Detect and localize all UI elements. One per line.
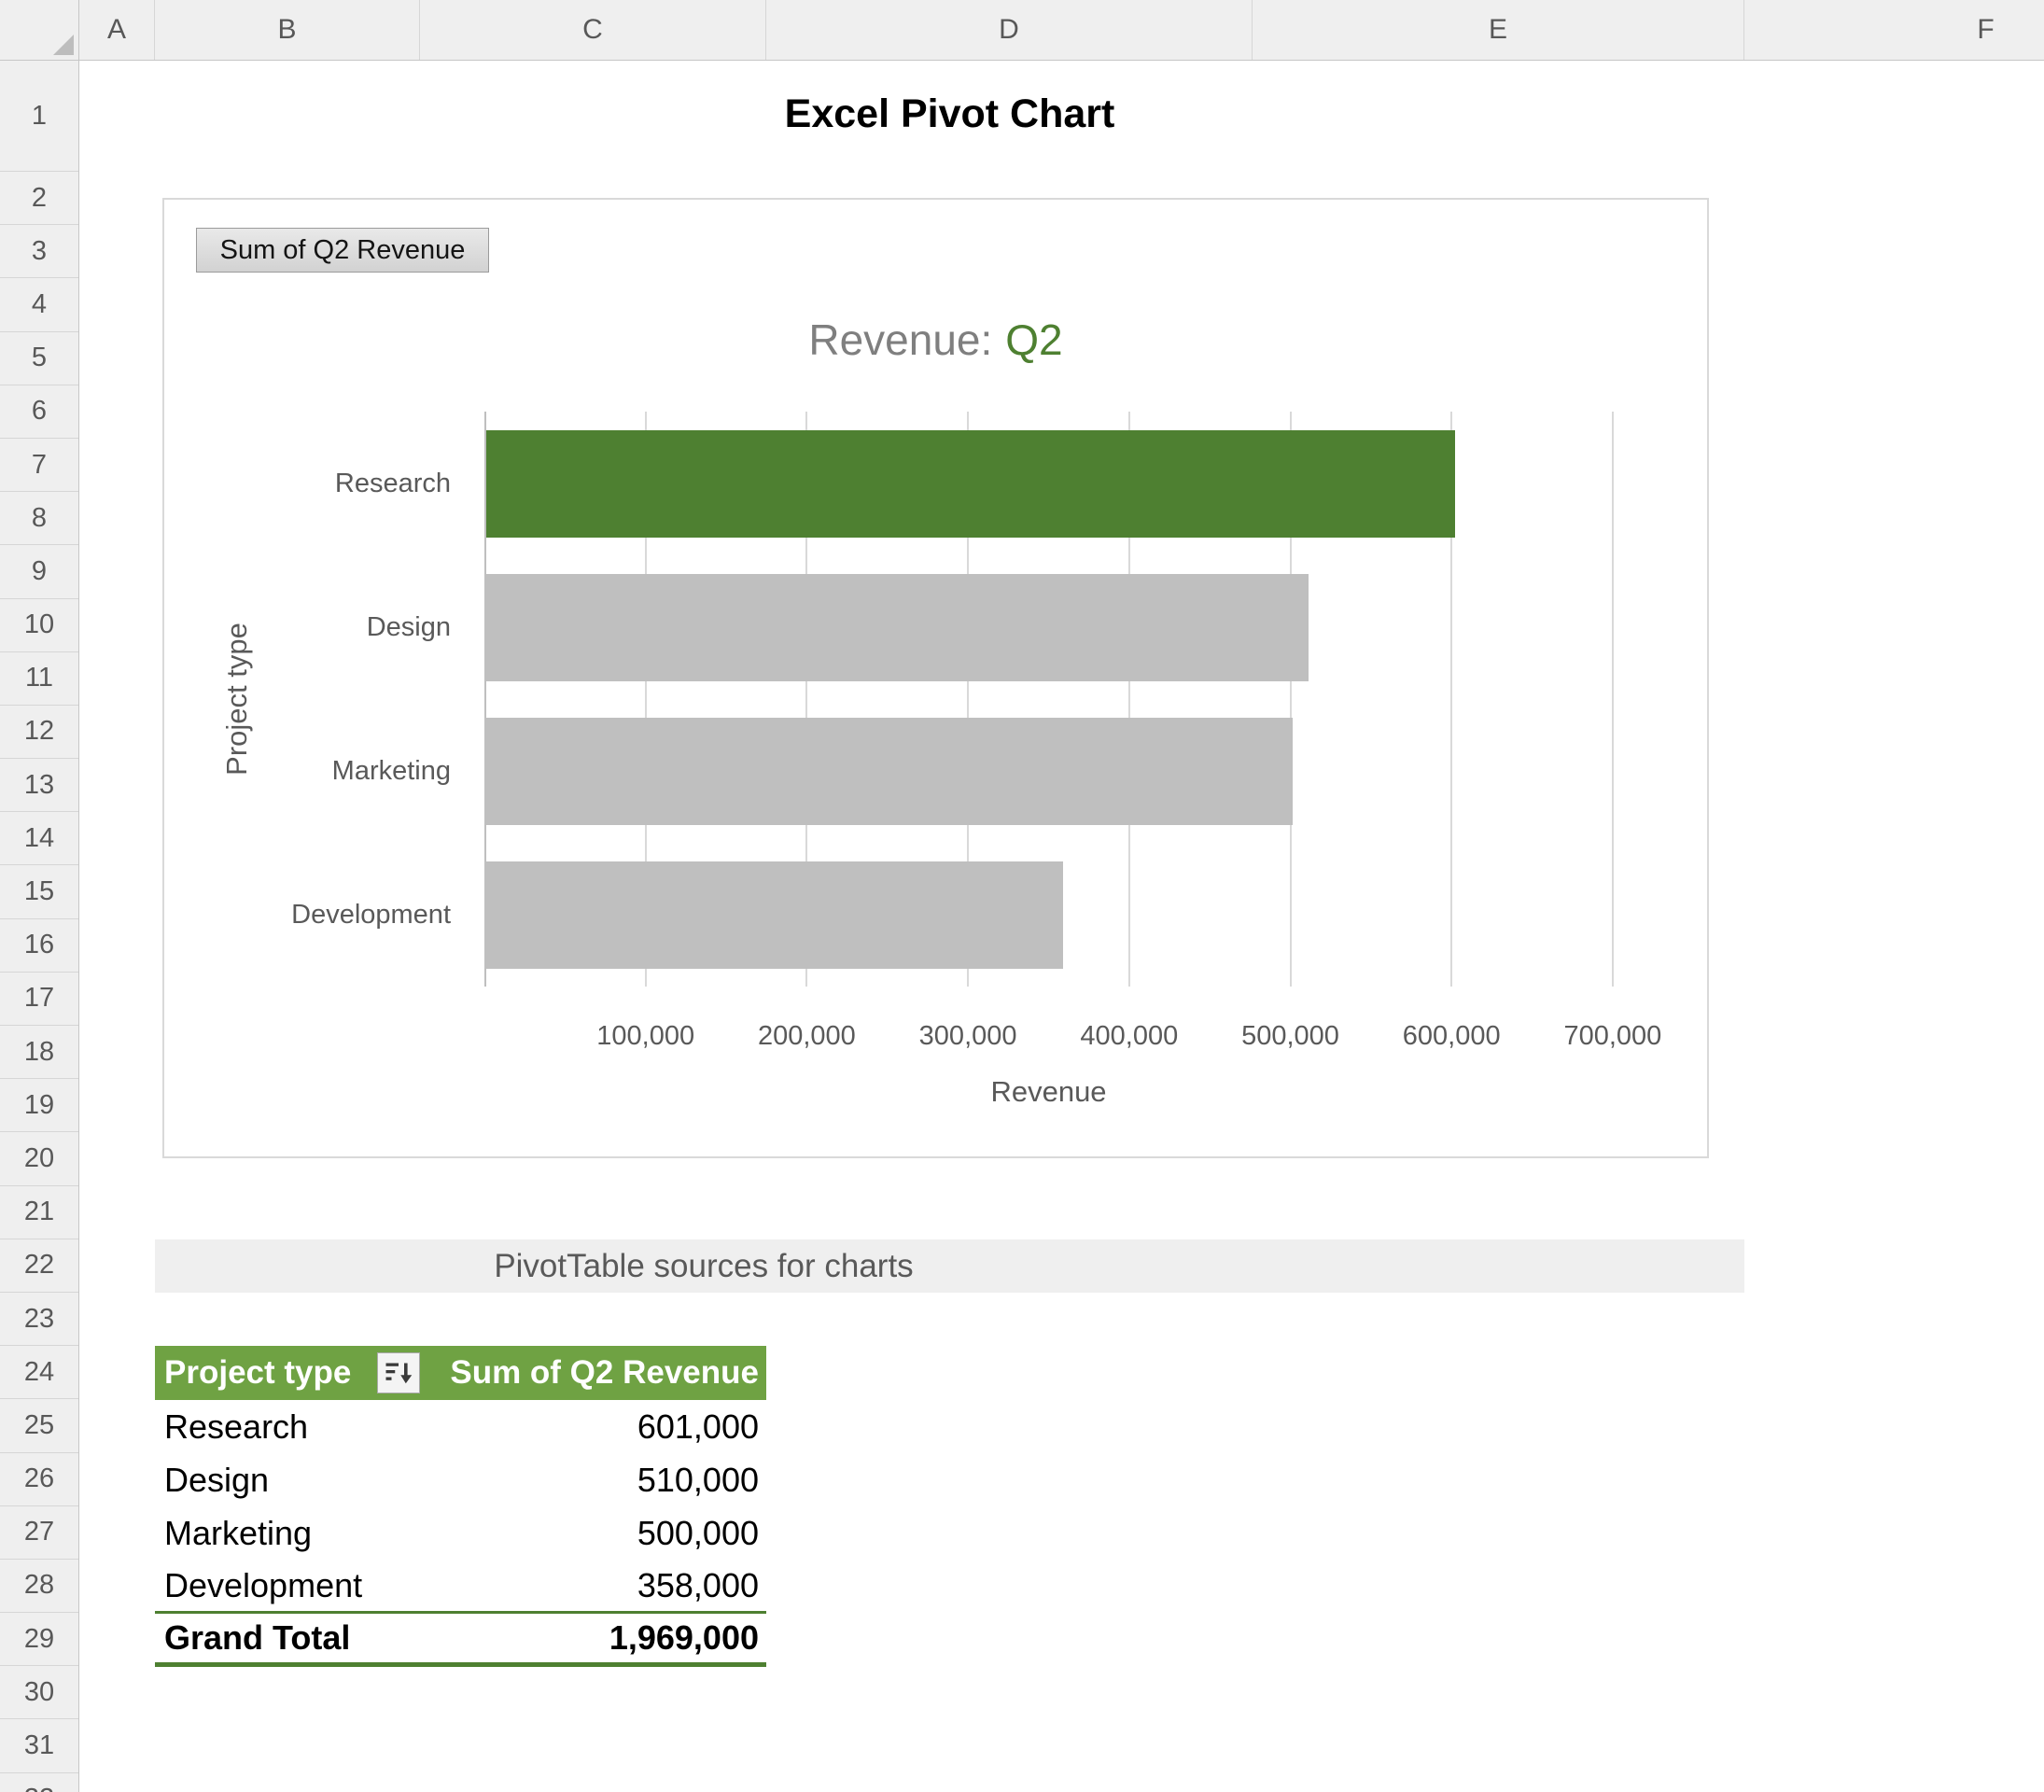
chart-title: Revenue: Q2 xyxy=(164,315,1707,365)
pivot-sources-banner-text: PivotTable sources for charts xyxy=(494,1248,914,1284)
spreadsheet: ABCDEF 1 2 3 4 5 6 7 8 9 10 11 12 13 14 15 16 17 18 19 20 21… xyxy=(0,0,2044,1792)
sort-arrow-glyph xyxy=(385,1363,413,1384)
pivot-row-value[interactable]: 358,000 xyxy=(420,1566,766,1605)
row-header-25[interactable]: 25 xyxy=(0,1399,78,1453)
row-header-3[interactable]: 3 xyxy=(0,225,78,279)
row-header-29[interactable]: 29 xyxy=(0,1613,78,1667)
sheet-canvas: Excel Pivot Chart Sum of Q2 Revenue Reve… xyxy=(79,61,2044,1792)
chart-title-prefix: Revenue: xyxy=(808,315,993,364)
row-header-32[interactable]: 32 xyxy=(0,1772,78,1792)
row-header-15[interactable]: 15 xyxy=(0,865,78,919)
row-header-10[interactable]: 10 xyxy=(0,598,78,652)
pivot-sources-banner-cell[interactable]: PivotTable sources for charts xyxy=(155,1239,1744,1293)
x-tick-label-500,000: 500,000 xyxy=(1241,1021,1339,1051)
column-header-A[interactable]: A xyxy=(79,0,155,60)
pivot-table: Project type Sum of Q2 Revenue Research 6… xyxy=(155,1346,766,1667)
row-header-6[interactable]: 6 xyxy=(0,385,78,439)
pivot-header-value-field: Sum of Q2 Revenue xyxy=(450,1354,759,1391)
bar-research[interactable] xyxy=(486,429,1455,538)
sort-descending-icon[interactable] xyxy=(377,1352,420,1393)
row-header-31[interactable]: 31 xyxy=(0,1719,78,1773)
row-header-9[interactable]: 9 xyxy=(0,545,78,599)
row-header-7[interactable]: 7 xyxy=(0,438,78,493)
x-tick-label-100,000: 100,000 xyxy=(596,1021,695,1051)
pivot-body: Research 601,000 Design 510,000 Marketing 500… xyxy=(155,1400,766,1614)
row-headers: 1 2 3 4 5 6 7 8 9 10 11 12 13 14 15 16 17 18 19 20 21 22 23 24 2… xyxy=(0,61,79,1792)
pivot-field-button[interactable]: Sum of Q2 Revenue xyxy=(196,228,489,273)
x-tick-label-600,000: 600,000 xyxy=(1402,1021,1501,1051)
row-header-16[interactable]: 16 xyxy=(0,918,78,973)
pivot-row-label[interactable]: Development xyxy=(155,1566,420,1605)
category-label-research: Research xyxy=(334,469,451,498)
row-header-28[interactable]: 28 xyxy=(0,1559,78,1614)
row-header-5[interactable]: 5 xyxy=(0,331,78,385)
x-tick-label-700,000: 700,000 xyxy=(1563,1021,1662,1051)
row-header-18[interactable]: 18 xyxy=(0,1026,78,1080)
column-header-E[interactable]: E xyxy=(1253,0,1744,60)
row-header-23[interactable]: 23 xyxy=(0,1292,78,1347)
plot-area xyxy=(484,412,1799,987)
row-header-24[interactable]: 24 xyxy=(0,1346,78,1400)
row-header-30[interactable]: 30 xyxy=(0,1666,78,1720)
category-label-design: Design xyxy=(366,612,451,642)
row-header-1[interactable]: 1 xyxy=(0,61,78,172)
pivot-row-label[interactable]: Design xyxy=(155,1461,420,1500)
pivot-row-value[interactable]: 500,000 xyxy=(420,1514,766,1553)
row-header-22[interactable]: 22 xyxy=(0,1239,78,1293)
y-axis-title: Project type xyxy=(220,623,253,776)
row-header-12[interactable]: 12 xyxy=(0,705,78,760)
x-tick-label-400,000: 400,000 xyxy=(1080,1021,1179,1051)
pivot-row-value[interactable]: 510,000 xyxy=(420,1461,766,1500)
pivot-header-row-field-cell[interactable]: Project type xyxy=(155,1346,420,1400)
row-header-2[interactable]: 2 xyxy=(0,172,78,226)
pivot-row-development[interactable]: Development 358,000 xyxy=(155,1561,766,1614)
row-header-8[interactable]: 8 xyxy=(0,492,78,546)
grand-total-label: Grand Total xyxy=(164,1617,351,1657)
x-axis-title: Revenue xyxy=(990,1075,1107,1108)
bar-development[interactable] xyxy=(486,861,1064,969)
pivot-row-label[interactable]: Research xyxy=(155,1407,420,1447)
row-header-19[interactable]: 19 xyxy=(0,1079,78,1133)
x-tick-label-200,000: 200,000 xyxy=(757,1021,856,1051)
row-header-4[interactable]: 4 xyxy=(0,278,78,332)
pivot-row-label[interactable]: Marketing xyxy=(155,1514,420,1553)
pivot-header-row-field: Project type xyxy=(164,1354,352,1391)
column-header-B[interactable]: B xyxy=(155,0,420,60)
row-header-20[interactable]: 20 xyxy=(0,1132,78,1186)
pivot-total-row[interactable]: Grand Total 1,969,000 xyxy=(155,1614,766,1667)
bar-design[interactable] xyxy=(486,573,1309,681)
gridline-700,000 xyxy=(1611,412,1614,987)
select-all-corner[interactable] xyxy=(0,0,79,61)
row-header-14[interactable]: 14 xyxy=(0,812,78,866)
pivot-row-value[interactable]: 601,000 xyxy=(420,1407,766,1447)
category-label-development: Development xyxy=(291,900,451,930)
column-header-F[interactable]: F xyxy=(1744,0,2044,60)
row-header-27[interactable]: 27 xyxy=(0,1505,78,1560)
row-header-11[interactable]: 11 xyxy=(0,651,78,706)
column-header-C[interactable]: C xyxy=(420,0,766,60)
pivot-chart[interactable]: Sum of Q2 Revenue Revenue: Q2 Research Des… xyxy=(162,198,1709,1158)
row-header-26[interactable]: 26 xyxy=(0,1452,78,1506)
sheet-title: Excel Pivot Chart xyxy=(784,91,1115,136)
row-header-13[interactable]: 13 xyxy=(0,759,78,813)
pivot-row-research[interactable]: Research 601,000 xyxy=(155,1400,766,1453)
x-tick-label-300,000: 300,000 xyxy=(918,1021,1017,1051)
pivot-row-marketing[interactable]: Marketing 500,000 xyxy=(155,1506,766,1560)
pivot-header-row: Project type Sum of Q2 Revenue xyxy=(155,1346,766,1400)
bar-marketing[interactable] xyxy=(486,717,1293,825)
column-header-D[interactable]: D xyxy=(766,0,1253,60)
pivot-row-design[interactable]: Design 510,000 xyxy=(155,1453,766,1506)
grand-total-value: 1,969,000 xyxy=(609,1617,759,1657)
chart-title-highlight: Q2 xyxy=(1005,315,1063,364)
category-label-marketing: Marketing xyxy=(331,756,451,786)
row-header-21[interactable]: 21 xyxy=(0,1185,78,1239)
row-header-17[interactable]: 17 xyxy=(0,972,78,1026)
column-headers: ABCDEF xyxy=(79,0,2044,61)
